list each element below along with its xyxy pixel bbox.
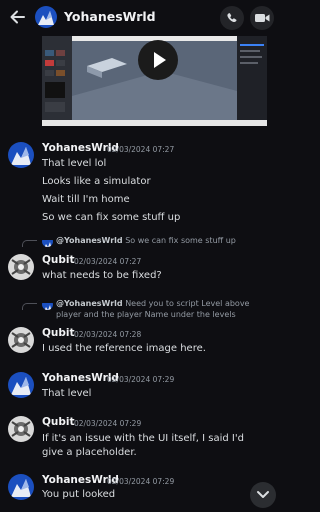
- reply-connector: [22, 303, 37, 310]
- avatar[interactable]: [8, 372, 34, 398]
- arrow-left-icon[interactable]: [8, 7, 28, 27]
- message-3[interactable]: @YohanesWrld Need you to script Level ab…: [0, 297, 267, 361]
- avatar[interactable]: [8, 327, 34, 353]
- message-text: If it's an issue with the UI itself, I s…: [42, 433, 244, 458]
- message-timestamp: 02/03/2024 07:29: [107, 477, 175, 486]
- reply-author: @YohanesWrld: [56, 236, 123, 245]
- chevron-down-icon: [257, 491, 269, 498]
- avatar[interactable]: [8, 416, 34, 442]
- chat-title[interactable]: YohanesWrld: [64, 9, 156, 24]
- message-author[interactable]: Qubit: [42, 327, 75, 339]
- chevron-right-icon[interactable]: ›: [136, 10, 140, 23]
- avatar[interactable]: [8, 254, 34, 280]
- video-button[interactable]: [250, 6, 274, 30]
- message-timestamp: 02/03/2024 07:28: [74, 330, 142, 339]
- message-text: So we can fix some stuff up: [42, 212, 181, 223]
- message-5[interactable]: Qubit 02/03/2024 07:29 If it's an issue …: [0, 414, 267, 464]
- play-button[interactable]: [138, 40, 178, 80]
- message-1[interactable]: YohanesWrld 02/03/2024 07:27 That level …: [0, 138, 267, 230]
- message-author[interactable]: Qubit: [42, 416, 75, 428]
- message-6[interactable]: YohanesWrld 02/03/2024 07:29 You put loo…: [0, 472, 267, 506]
- message-timestamp: 02/03/2024 07:29: [74, 419, 142, 428]
- reply-preview[interactable]: @YohanesWrld So we can fix some stuff up: [56, 236, 236, 247]
- video-attachment[interactable]: [42, 36, 267, 126]
- reply-text: So we can fix some stuff up: [125, 236, 236, 245]
- message-text: That level lol: [42, 158, 107, 169]
- message-timestamp: 02/03/2024 07:29: [107, 375, 175, 384]
- avatar[interactable]: [8, 474, 34, 500]
- phone-icon: [227, 13, 237, 23]
- call-button[interactable]: [220, 6, 244, 30]
- message-timestamp: 02/03/2024 07:27: [107, 145, 175, 154]
- message-text: Looks like a simulator: [42, 176, 151, 187]
- message-timestamp: 02/03/2024 07:27: [74, 257, 142, 266]
- chat-header: YohanesWrld ›: [0, 0, 274, 36]
- video-camera-icon: [255, 14, 270, 22]
- play-icon: [154, 52, 166, 68]
- message-text: That level: [42, 388, 92, 399]
- avatar[interactable]: [8, 142, 34, 168]
- message-text: I used the reference image here.: [42, 343, 206, 354]
- message-text: Wait till I'm home: [42, 194, 130, 205]
- jump-to-bottom-button[interactable]: [250, 482, 276, 508]
- reply-connector: [22, 240, 37, 247]
- message-text: what needs to be fixed?: [42, 270, 162, 281]
- reply-preview[interactable]: @YohanesWrld Need you to script Level ab…: [56, 299, 266, 320]
- message-2[interactable]: @YohanesWrld So we can fix some stuff up…: [0, 234, 267, 286]
- reply-avatar: [42, 299, 53, 310]
- message-4[interactable]: YohanesWrld 02/03/2024 07:29 That level: [0, 370, 267, 404]
- reply-avatar: [42, 236, 53, 247]
- message-author[interactable]: Qubit: [42, 254, 75, 266]
- reply-author: @YohanesWrld: [56, 299, 123, 308]
- avatar[interactable]: [35, 6, 57, 28]
- message-text: You put looked: [42, 489, 116, 500]
